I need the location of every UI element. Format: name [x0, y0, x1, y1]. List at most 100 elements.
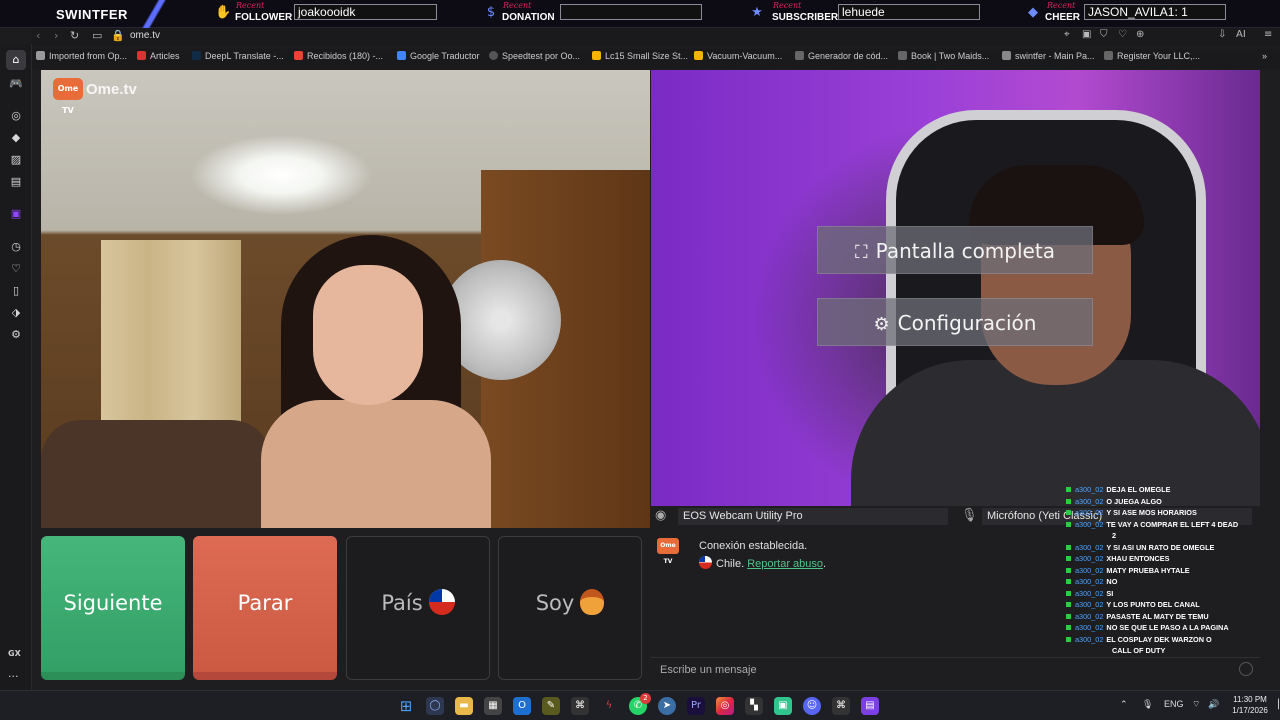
gx-icon[interactable]: GX [8, 649, 21, 658]
home-icon[interactable]: ⌂ [6, 50, 26, 70]
recent-label: Recent [236, 1, 265, 10]
instagram-icon[interactable]: ◎ [716, 697, 734, 715]
opera-gx-icon[interactable]: ◯ [426, 697, 444, 715]
speedtest-icon [489, 51, 498, 60]
fullscreen-button[interactable]: ⛶ Pantalla completa [817, 226, 1093, 274]
shield-icon[interactable]: ⛉ [1100, 29, 1108, 40]
ometv-logo[interactable]: Ome TVOme.tv [53, 78, 137, 115]
stream-chat-message: a300_02 NO SE QUE LE PASO A LA PAGINA [1066, 622, 1266, 634]
next-button[interactable]: Siguiente [41, 536, 185, 680]
settings-icon[interactable]: ⚙ [8, 327, 24, 343]
bookmark-item[interactable]: Recibidos (180) -... [294, 51, 383, 61]
report-period: . [823, 558, 827, 570]
bolt-icon[interactable]: ϟ [600, 697, 618, 715]
twitch-icon[interactable]: ▣ [8, 206, 24, 222]
bookmark-item[interactable]: Generador de cód... [795, 51, 888, 61]
subscriber-value: lehuede [838, 4, 980, 20]
heart-icon[interactable]: ♡ [1118, 29, 1127, 40]
address-bar[interactable]: ome.tv [130, 30, 160, 41]
gamepad-icon[interactable]: 🎮 [8, 76, 24, 92]
discord-icon[interactable]: ☺ [803, 697, 821, 715]
globe-icon [1104, 51, 1113, 60]
back-icon[interactable]: ‹ [36, 29, 40, 42]
badge-icon [1066, 625, 1071, 630]
streamdeck-icon[interactable]: ▚ [745, 697, 763, 715]
stream-chat-message: a300_02 TE VAY A COMPRAR EL LEFT 4 DEAD [1066, 519, 1266, 531]
bookmark-item[interactable]: Lc15 Small Size St... [592, 51, 688, 61]
overlay-brand: SWINTFER [56, 7, 128, 22]
reload-icon[interactable]: ↻ [70, 29, 79, 42]
language-indicator[interactable]: ENG [1164, 699, 1184, 709]
telegram-icon[interactable]: ➤ [658, 697, 676, 715]
bookmark-item[interactable]: Google Traductor [397, 51, 480, 61]
bookmark-item[interactable]: Articles [137, 51, 180, 61]
stream-chat-message: a300_02 Y SI ASI UN RATO DE OMEGLE [1066, 542, 1266, 554]
pin-icon[interactable]: ⌖ [1064, 29, 1070, 40]
badge-icon [1066, 521, 1071, 527]
gender-button[interactable]: Soy [498, 536, 642, 680]
badge-icon [1066, 613, 1071, 619]
premiere-icon[interactable]: Pr [687, 697, 705, 715]
clock-date: 1/17/2026 [1232, 706, 1268, 715]
message-input[interactable] [658, 662, 1218, 678]
webcam-icon: ◉ [655, 508, 667, 523]
store-icon[interactable]: ▦ [484, 697, 502, 715]
folder-icon [36, 51, 45, 60]
camera-select[interactable]: EOS Webcam Utility Pro [678, 508, 948, 525]
notes-icon[interactable]: ▯ [8, 283, 24, 299]
bookmark-item[interactable]: swintfer - Main Pa... [1002, 51, 1095, 61]
streamlabs-icon [1002, 51, 1011, 60]
badge-icon [1066, 590, 1071, 596]
start-icon[interactable]: ⊞ [397, 697, 415, 715]
wifi-icon[interactable]: ⌔ [1192, 699, 1200, 710]
bookmark-item[interactable]: Speedtest por Oo... [489, 51, 580, 61]
translate-icon [397, 51, 406, 60]
forward-icon[interactable]: › [54, 29, 58, 42]
box-icon[interactable]: ▤ [8, 174, 24, 190]
bookmark-item[interactable]: Imported from Op... [36, 51, 127, 61]
tray-expand-icon[interactable]: ⌃ [1120, 699, 1128, 710]
pen-icon[interactable]: ✎ [542, 697, 560, 715]
clock-time: 11:30 PM [1233, 695, 1267, 704]
heart-icon[interactable]: ♡ [8, 261, 24, 277]
tray-mic-icon[interactable]: 🎙 [1142, 699, 1153, 710]
video-person-face [313, 265, 423, 405]
bookmarks-overflow-icon[interactable]: » [1262, 51, 1267, 61]
extensions-icon[interactable]: ⊕ [1136, 29, 1144, 40]
capcut-icon[interactable]: ⌘ [571, 697, 589, 715]
clapper-icon[interactable]: ▤ [861, 697, 879, 715]
system-clock[interactable]: 11:30 PM 1/17/2026 [1228, 694, 1272, 716]
donation-label: DONATION [502, 12, 555, 23]
image-icon[interactable]: ▨ [8, 152, 24, 168]
stop-button[interactable]: Parar [193, 536, 337, 680]
bookmark-item[interactable]: DeepL Translate -... [192, 51, 284, 61]
player-icon[interactable]: ◎ [8, 108, 24, 124]
diamond-icon[interactable]: ◆ [8, 130, 24, 146]
app-icon[interactable]: ▣ [774, 697, 792, 715]
tabs-icon[interactable]: ▭ [92, 29, 102, 42]
cube-icon[interactable]: ⬗ [8, 305, 24, 321]
outlook-icon[interactable]: O [513, 697, 531, 715]
more-icon[interactable]: ··· [8, 670, 19, 683]
file-explorer-icon[interactable]: ▬ [455, 697, 473, 715]
emoji-icon[interactable] [1239, 662, 1253, 676]
download-icon[interactable]: ⇩ [1218, 29, 1226, 40]
deepl-icon [192, 51, 201, 60]
country-button[interactable]: País [346, 536, 490, 680]
bookmark-item[interactable]: Register Your LLC,... [1104, 51, 1200, 61]
ai-icon[interactable]: AI [1236, 29, 1246, 40]
globe-icon [898, 51, 907, 60]
volume-icon[interactable]: 🔊 [1208, 699, 1219, 710]
snapshot-icon[interactable]: ▣ [1082, 29, 1091, 40]
clock-icon[interactable]: ◷ [8, 239, 24, 255]
gmail-icon [294, 51, 303, 60]
settings-button[interactable]: ⚙ Configuración [817, 298, 1093, 346]
bookmark-item[interactable]: Vacuum-Vacuum... [694, 51, 782, 61]
capcut-icon[interactable]: ⌘ [832, 697, 850, 715]
notification-icon[interactable]: ▕ [1272, 699, 1279, 710]
bookmark-item[interactable]: Book | Two Maids... [898, 51, 989, 61]
report-abuse-link[interactable]: Reportar abuso [747, 558, 823, 570]
badge-icon [1066, 498, 1071, 504]
recent-label: Recent [503, 1, 532, 10]
menu-icon[interactable]: ≡ [1264, 29, 1272, 40]
